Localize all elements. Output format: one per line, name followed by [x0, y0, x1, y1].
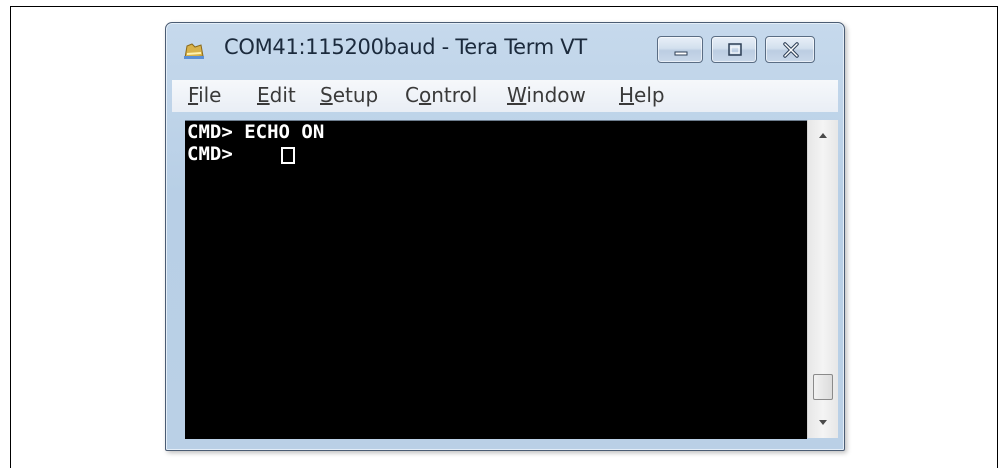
close-icon [783, 42, 799, 58]
menu-help[interactable]: Help [619, 83, 665, 107]
menu-control[interactable]: Control [405, 83, 477, 107]
arrow-down-icon [819, 420, 827, 425]
maximize-button[interactable] [711, 36, 757, 63]
tera-term-window: COM41:115200baud - Tera Term VT File Edi… [165, 22, 845, 451]
menu-file[interactable]: File [188, 83, 221, 107]
scroll-down-button[interactable] [808, 408, 838, 438]
vertical-scrollbar[interactable] [807, 120, 838, 438]
close-button[interactable] [765, 36, 815, 63]
arrow-up-icon [819, 133, 827, 138]
tera-term-icon [183, 42, 205, 60]
scroll-up-button[interactable] [808, 120, 838, 150]
menu-window[interactable]: Window [507, 83, 586, 107]
window-title: COM41:115200baud - Tera Term VT [224, 35, 587, 59]
maximize-icon [728, 43, 742, 56]
menu-bar: File Edit Setup Control Window Help [172, 80, 838, 112]
minimize-icon [674, 51, 688, 56]
terminal-cursor [281, 147, 295, 164]
minimize-button[interactable] [657, 36, 703, 63]
menu-edit[interactable]: Edit [257, 83, 296, 107]
menu-setup[interactable]: Setup [320, 83, 378, 107]
scroll-thumb[interactable] [813, 374, 833, 400]
terminal-line: CMD> ECHO ON [187, 121, 325, 143]
title-bar[interactable]: COM41:115200baud - Tera Term VT [166, 23, 844, 79]
terminal-line: CMD> [187, 143, 245, 165]
terminal-screen[interactable]: CMD> ECHO ON CMD> [185, 120, 807, 439]
